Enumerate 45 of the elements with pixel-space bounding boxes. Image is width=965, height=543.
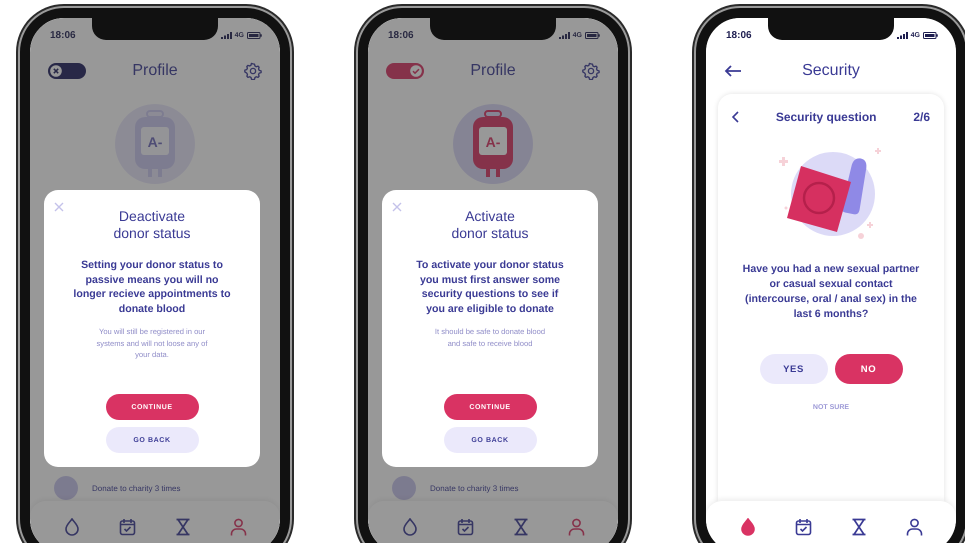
drop-icon[interactable]	[402, 518, 418, 536]
donor-status-toggle[interactable]	[386, 63, 424, 79]
answer-button[interactable]: YES	[760, 354, 828, 384]
screen-title: Profile	[132, 62, 178, 79]
status-time: 18:06	[50, 30, 76, 40]
achievement-text: Donate to charity 3 times	[92, 484, 180, 492]
answer-button[interactable]: NO	[834, 354, 902, 384]
hourglass-icon[interactable]	[174, 518, 190, 536]
battery-icon	[923, 32, 938, 38]
dialog-title: donor status	[113, 225, 191, 242]
person-icon[interactable]	[906, 518, 922, 536]
blood-type-label: A-	[486, 134, 500, 150]
dialog-title: donor status	[451, 225, 529, 242]
blood-type-label: A-	[148, 134, 162, 150]
screen-title: Security	[802, 62, 860, 79]
cross-icon	[49, 64, 63, 78]
settings-icon[interactable]	[244, 62, 262, 80]
calendar-icon[interactable]	[118, 518, 136, 536]
signal-icon	[220, 32, 232, 38]
signal-icon	[896, 32, 908, 38]
check-icon	[409, 64, 423, 78]
achievement-text: Donate to charity 3 times	[430, 484, 518, 492]
signal-icon	[558, 32, 570, 38]
battery-icon	[585, 32, 600, 38]
settings-icon[interactable]	[582, 62, 600, 80]
chevron-left-icon[interactable]	[732, 111, 739, 123]
calendar-icon[interactable]	[794, 518, 812, 536]
battery-icon	[247, 32, 262, 38]
question-text: Have you had a new sexual partner or casual sexual contact (intercourse, oral / anal sex) in the last 6 months?	[742, 262, 920, 322]
donor-status-toggle[interactable]	[48, 63, 86, 79]
back-arrow-icon[interactable]	[724, 65, 742, 77]
dialog-title: Activate	[465, 208, 515, 225]
screen-title: Profile	[470, 62, 516, 79]
dialog-message: Setting your donor status to passive means you will no longer recieve appointments to donate blood	[73, 258, 231, 316]
hourglass-icon[interactable]	[512, 518, 528, 536]
card-title: Security question	[776, 110, 876, 124]
dialog-title: Deactivate	[118, 208, 186, 225]
drop-icon[interactable]	[64, 518, 80, 536]
progress-counter: 2/6	[913, 110, 930, 124]
dialog-message: To activate your donor status you must first answer some security questions to see if you are eligible to donate	[415, 258, 565, 316]
hourglass-icon[interactable]	[850, 518, 866, 536]
status-time: 18:06	[726, 30, 752, 40]
calendar-icon[interactable]	[456, 518, 474, 536]
status-time: 18:06	[388, 30, 414, 40]
drop-icon[interactable]	[740, 518, 756, 536]
